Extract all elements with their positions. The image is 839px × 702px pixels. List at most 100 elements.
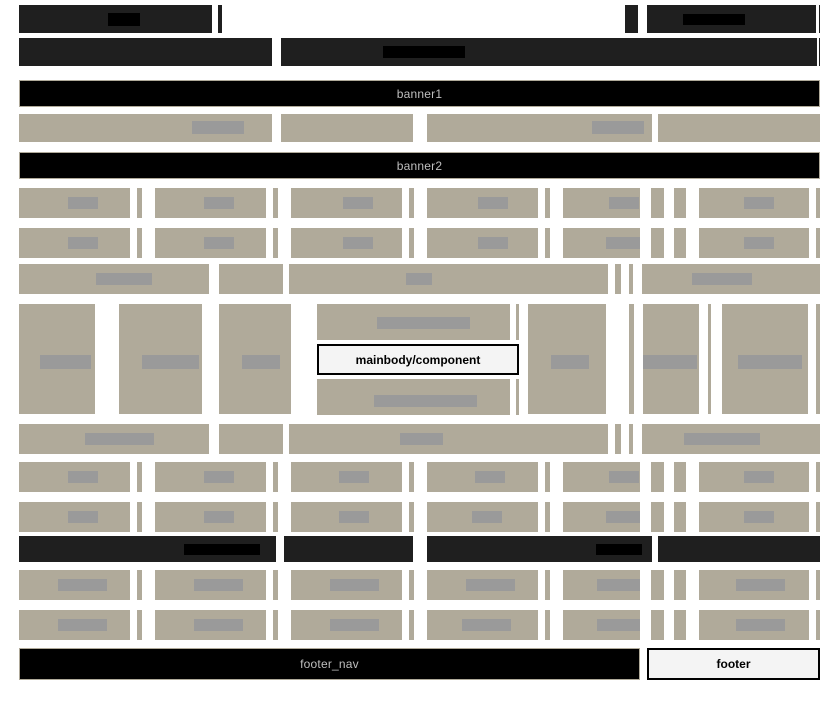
grid-chip-r6c3 [330, 619, 379, 631]
top-nav-left-separator [212, 5, 218, 33]
mainbody-separator-2 [203, 304, 212, 414]
mainbody-separator-7 [808, 304, 816, 414]
grid-separator-r5c4 [538, 570, 545, 600]
mainbody-separator-5 [608, 304, 616, 414]
grid-separator-r3c4 [538, 462, 545, 492]
grid-chip-r4c3 [339, 511, 369, 523]
grid-separator-r2c1 [130, 228, 137, 258]
top-nav-left-chip [108, 13, 140, 26]
grid-separator-r2c5b [664, 228, 674, 258]
sub-nav-separator-right [652, 114, 658, 142]
grid-chip-r4c1 [68, 511, 98, 523]
grid-chip-r2c4 [478, 237, 508, 249]
mainbody-separator-3b [303, 304, 309, 414]
secondary-nav-chip [383, 46, 465, 58]
grid-chip-r2c6 [744, 237, 774, 249]
wide-chip-lower-3 [684, 433, 760, 445]
wide-separator-lower-3 [633, 424, 642, 454]
top-nav-right-chip [683, 14, 745, 25]
mainbody-chip-3 [242, 355, 280, 369]
grid-chip-r5c2 [194, 579, 243, 591]
mainbody-chip-7 [738, 355, 802, 369]
grid-chip-r4c4 [472, 511, 502, 523]
top-nav-right-edge-separator [816, 5, 819, 33]
footer-box[interactable]: footer [647, 648, 820, 680]
wide-chip-upper-1 [96, 273, 152, 285]
grid-chip-r4c6 [744, 511, 774, 523]
grid-chip-r4c2 [204, 511, 234, 523]
grid-separator-r2c4 [538, 228, 545, 258]
wide-chip-upper-2 [406, 273, 432, 285]
mainbody-chip-1 [40, 355, 91, 369]
grid-chip-r6c1 [58, 619, 107, 631]
grid-chip-r5c3 [330, 579, 379, 591]
grid-separator-r4c1 [130, 502, 137, 532]
grid-chip-r1c4 [478, 197, 508, 209]
grid-separator-r3c2 [266, 462, 273, 492]
grid-separator-r4c5a [640, 502, 651, 532]
grid-separator-r6c1 [130, 610, 137, 640]
mainbody-separator-1 [97, 304, 106, 414]
footer-nav-label: footer_nav [300, 657, 359, 671]
grid-separator-r2c6 [809, 228, 816, 258]
grid-chip-r3c1 [68, 471, 98, 483]
footer-nav[interactable]: footer_nav [19, 648, 640, 680]
grid-separator-r6c3 [402, 610, 409, 640]
grid-chip-r5c1 [58, 579, 107, 591]
grid-chip-r4c5 [606, 511, 640, 523]
grid-separator-r1c5a [640, 188, 651, 218]
dark-nav-chip-right [596, 544, 642, 555]
grid-separator-r2c5a [640, 228, 651, 258]
grid-separator-r3c3 [402, 462, 409, 492]
banner2-label: banner2 [396, 158, 443, 173]
grid-separator-r5c6 [809, 570, 816, 600]
banner1[interactable]: banner1 [19, 80, 820, 107]
grid-separator-r4c3 [402, 502, 409, 532]
mainbody-strip-top-separator [510, 304, 516, 340]
mainbody-label-box[interactable]: mainbody/component [317, 344, 519, 375]
sub-nav-chip-right [592, 121, 644, 134]
grid-separator-r3c6 [809, 462, 816, 492]
grid-chip-r1c2 [204, 197, 234, 209]
grid-separator-r5c2 [266, 570, 273, 600]
grid-separator-r6c2 [266, 610, 273, 640]
grid-separator-r6c5b [664, 610, 674, 640]
wide-separator-lower-2a [283, 424, 289, 454]
wide-separator-upper-2b [608, 264, 615, 294]
wide-separator-lower-2b [608, 424, 615, 454]
wireframe-canvas: banner1 banner2 mainbody/component foote… [0, 0, 839, 702]
grid-separator-r4c2 [266, 502, 273, 532]
grid-chip-r5c4 [466, 579, 515, 591]
grid-separator-r5c1 [130, 570, 137, 600]
grid-chip-r1c3 [343, 197, 373, 209]
banner2[interactable]: banner2 [19, 152, 820, 179]
mainbody-chip-2 [142, 355, 199, 369]
grid-chip-r3c5 [609, 471, 639, 483]
grid-chip-r5c6 [736, 579, 785, 591]
grid-separator-r5c5a [640, 570, 651, 600]
grid-separator-r6c6 [809, 610, 816, 640]
mainbody-separator-6a [634, 304, 643, 414]
grid-chip-r1c1 [68, 197, 98, 209]
grid-separator-r3c1 [130, 462, 137, 492]
grid-separator-r4c6 [809, 502, 816, 532]
secondary-nav-edge-separator [817, 38, 819, 66]
grid-separator-r2c2 [266, 228, 273, 258]
grid-chip-r2c1 [68, 237, 98, 249]
grid-chip-r3c3 [339, 471, 369, 483]
grid-chip-r1c6 [744, 197, 774, 209]
grid-chip-r3c6 [744, 471, 774, 483]
dark-nav-chip-left [184, 544, 260, 555]
grid-separator-r5c5b [664, 570, 674, 600]
mainbody-strip-top-chip [377, 317, 470, 329]
grid-separator-r1c4 [538, 188, 545, 218]
grid-chip-r2c2 [204, 237, 234, 249]
grid-separator-r6c4 [538, 610, 545, 640]
banner1-label: banner1 [396, 86, 443, 101]
mainbody-label: mainbody/component [355, 352, 481, 367]
wide-chip-upper-3 [692, 273, 752, 285]
grid-separator-r3c5a [640, 462, 651, 492]
sub-nav-chip-left [192, 121, 244, 134]
grid-chip-r1c5 [609, 197, 639, 209]
dark-nav-separator-right [652, 536, 658, 562]
